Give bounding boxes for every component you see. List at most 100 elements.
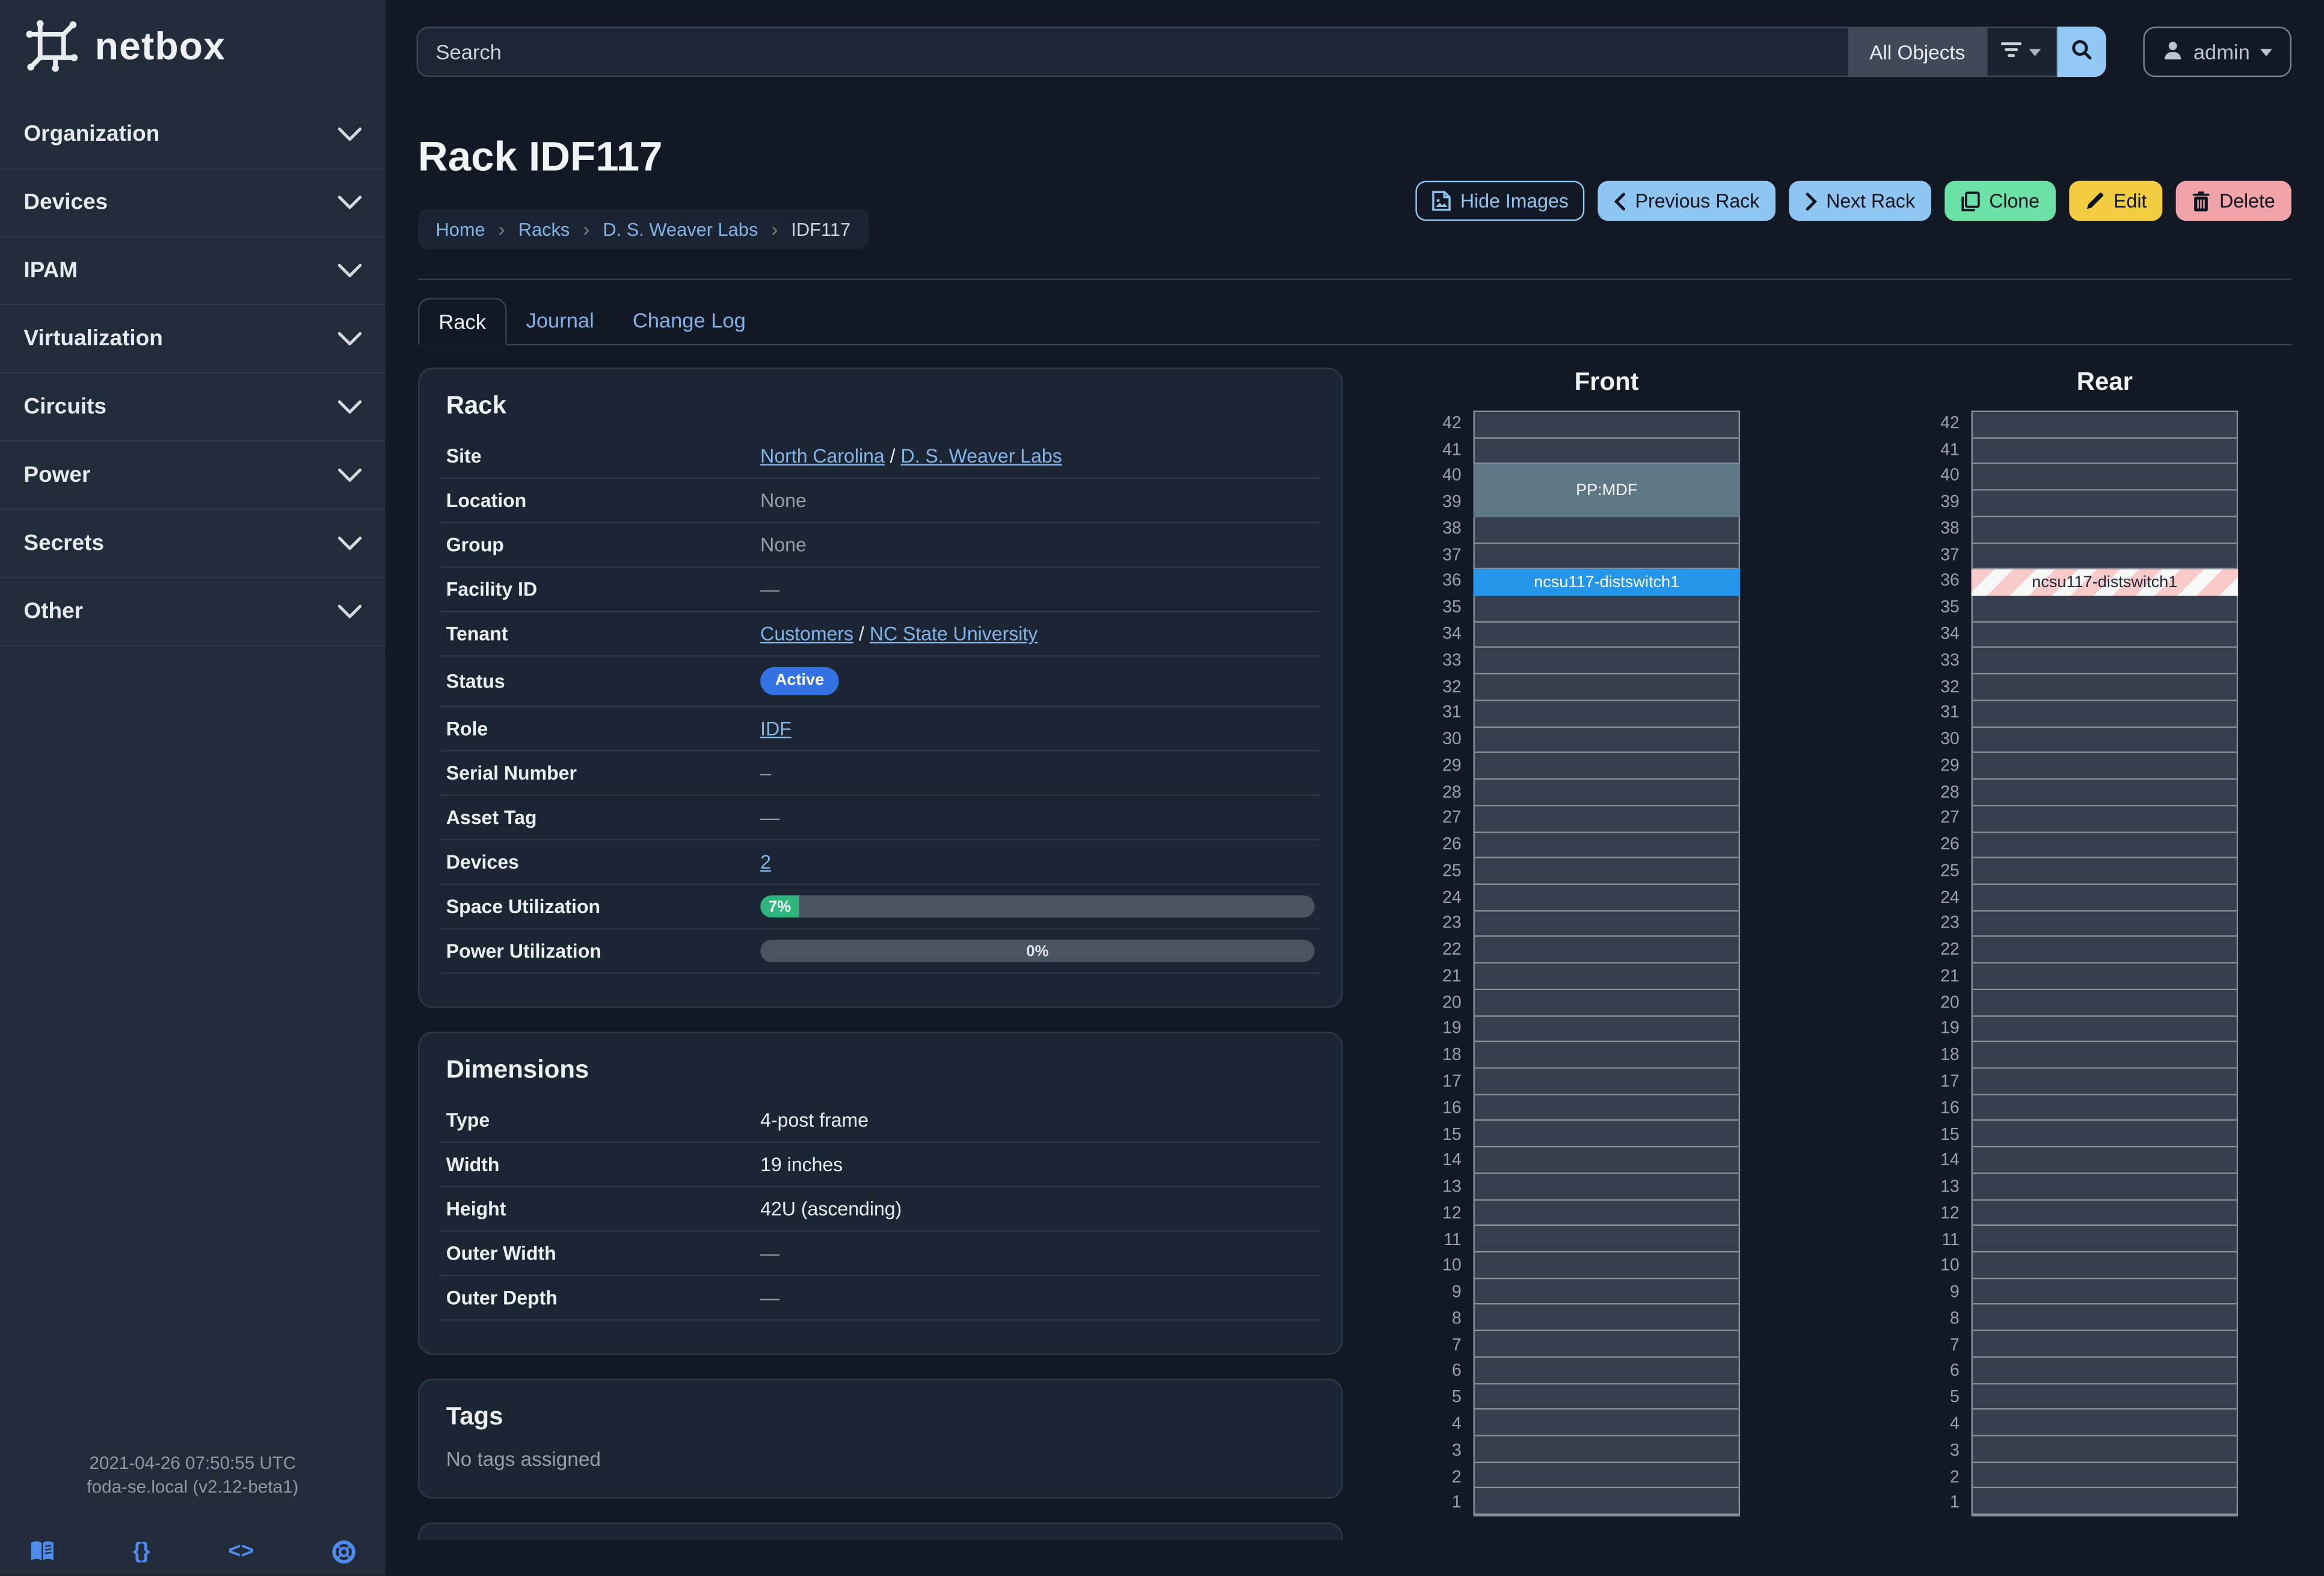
- sidebar-item-devices[interactable]: Devices: [0, 169, 386, 238]
- rack-unit-slot-37[interactable]: [1474, 543, 1739, 570]
- rack-unit-slot-23[interactable]: [1474, 911, 1739, 938]
- breadcrumb-item-home[interactable]: Home: [436, 218, 485, 239]
- rack-unit-slot-33[interactable]: [1972, 648, 2237, 675]
- rack-unit-slot-25[interactable]: [1474, 858, 1739, 885]
- rack-device-ncsu117-distswitch1[interactable]: ncsu117-distswitch1: [1971, 569, 2239, 596]
- rack-device-pp-mdf[interactable]: PP:MDF: [1473, 464, 1741, 517]
- breadcrumb-item-racks[interactable]: Racks: [518, 218, 570, 239]
- rack-unit-slot-30[interactable]: [1474, 727, 1739, 754]
- sidebar-item-power[interactable]: Power: [0, 442, 386, 510]
- hide-images-button[interactable]: Hide Images: [1416, 180, 1585, 221]
- sidebar-item-other[interactable]: Other: [0, 578, 386, 647]
- rack-unit-slot-25[interactable]: [1972, 858, 2237, 885]
- rack-unit-slot-18[interactable]: [1972, 1042, 2237, 1069]
- rack-unit-slot-35[interactable]: [1972, 596, 2237, 623]
- rack-unit-slot-2[interactable]: [1972, 1462, 2237, 1489]
- delete-button[interactable]: Delete: [2176, 180, 2292, 221]
- rack-unit-slot-42[interactable]: [1474, 412, 1739, 439]
- rack-unit-slot-30[interactable]: [1972, 727, 2237, 754]
- code-icon[interactable]: <>: [228, 1539, 254, 1564]
- rack-unit-slot-42[interactable]: [1972, 412, 2237, 439]
- rack-unit-slot-22[interactable]: [1474, 937, 1739, 964]
- rack-unit-slot-37[interactable]: [1972, 543, 2237, 570]
- rack-unit-slot-6[interactable]: [1474, 1357, 1739, 1384]
- rack-unit-slot-32[interactable]: [1474, 674, 1739, 701]
- rack-unit-slot-4[interactable]: [1474, 1410, 1739, 1436]
- sidebar-item-ipam[interactable]: IPAM: [0, 237, 386, 306]
- search-submit-button[interactable]: [2057, 26, 2106, 78]
- rack-unit-slot-23[interactable]: [1972, 911, 2237, 938]
- rack-unit-slot-10[interactable]: [1972, 1252, 2237, 1279]
- rack-unit-slot-5[interactable]: [1474, 1384, 1739, 1411]
- rack-unit-slot-15[interactable]: [1474, 1121, 1739, 1148]
- rack-unit-slot-41[interactable]: [1972, 438, 2237, 465]
- link-nc-state-university[interactable]: NC State University: [870, 623, 1038, 645]
- rack-unit-slot-12[interactable]: [1474, 1200, 1739, 1227]
- link-customers[interactable]: Customers: [760, 623, 853, 645]
- search-filter-dropdown[interactable]: [1985, 26, 2058, 78]
- rack-unit-slot-31[interactable]: [1972, 701, 2237, 728]
- rack-unit-slot-15[interactable]: [1972, 1121, 2237, 1148]
- rack-unit-slot-5[interactable]: [1972, 1384, 2237, 1411]
- rack-unit-slot-20[interactable]: [1474, 990, 1739, 1017]
- rack-unit-slot-14[interactable]: [1474, 1147, 1739, 1174]
- rack-unit-slot-26[interactable]: [1474, 832, 1739, 859]
- rack-unit-slot-19[interactable]: [1474, 1016, 1739, 1043]
- link-idf[interactable]: IDF: [760, 718, 792, 740]
- rack-unit-slot-34[interactable]: [1474, 622, 1739, 649]
- rack-unit-slot-21[interactable]: [1972, 964, 2237, 990]
- next-rack-button[interactable]: Next Rack: [1789, 180, 1932, 221]
- rack-unit-slot-29[interactable]: [1474, 753, 1739, 780]
- rack-unit-slot-3[interactable]: [1972, 1436, 2237, 1463]
- sidebar-item-circuits[interactable]: Circuits: [0, 374, 386, 442]
- rack-unit-slot-32[interactable]: [1972, 674, 2237, 701]
- rack-unit-slot-7[interactable]: [1972, 1331, 2237, 1358]
- rack-unit-slot-16[interactable]: [1474, 1095, 1739, 1122]
- rack-unit-slot-20[interactable]: [1972, 990, 2237, 1017]
- rack-unit-slot-9[interactable]: [1972, 1278, 2237, 1305]
- tab-rack[interactable]: Rack: [417, 298, 507, 346]
- rack-unit-slot-16[interactable]: [1972, 1095, 2237, 1122]
- rack-unit-slot-24[interactable]: [1474, 885, 1739, 911]
- link-north-carolina[interactable]: North Carolina: [760, 445, 885, 467]
- rack-unit-slot-39[interactable]: [1972, 491, 2237, 517]
- support-lifering-icon[interactable]: [332, 1539, 355, 1563]
- rack-unit-slot-21[interactable]: [1474, 964, 1739, 990]
- clone-button[interactable]: Clone: [1944, 180, 2056, 221]
- rack-unit-slot-8[interactable]: [1474, 1305, 1739, 1332]
- rack-unit-slot-11[interactable]: [1474, 1226, 1739, 1253]
- docs-book-icon[interactable]: [29, 1540, 55, 1562]
- previous-rack-button[interactable]: Previous Rack: [1598, 180, 1776, 221]
- rack-unit-slot-9[interactable]: [1474, 1278, 1739, 1305]
- rack-unit-slot-8[interactable]: [1972, 1305, 2237, 1332]
- rack-unit-slot-13[interactable]: [1474, 1174, 1739, 1201]
- rack-unit-slot-38[interactable]: [1474, 517, 1739, 544]
- rack-unit-slot-41[interactable]: [1474, 438, 1739, 465]
- api-braces-icon[interactable]: {}: [133, 1539, 150, 1564]
- user-menu-button[interactable]: admin: [2143, 26, 2292, 78]
- rack-unit-slot-22[interactable]: [1972, 937, 2237, 964]
- sidebar-item-virtualization[interactable]: Virtualization: [0, 306, 386, 374]
- rack-unit-slot-2[interactable]: [1474, 1462, 1739, 1489]
- tab-change-log[interactable]: Change Log: [613, 298, 765, 343]
- link-2[interactable]: 2: [760, 851, 771, 873]
- search-input[interactable]: [416, 26, 1849, 78]
- rack-unit-slot-4[interactable]: [1972, 1410, 2237, 1436]
- link-d-s-weaver-labs[interactable]: D. S. Weaver Labs: [900, 445, 1062, 467]
- rack-unit-slot-1[interactable]: [1972, 1489, 2237, 1515]
- rack-unit-slot-27[interactable]: [1972, 806, 2237, 833]
- rack-unit-slot-26[interactable]: [1972, 832, 2237, 859]
- rack-unit-slot-19[interactable]: [1972, 1016, 2237, 1043]
- rack-unit-slot-13[interactable]: [1972, 1174, 2237, 1201]
- rack-unit-slot-10[interactable]: [1474, 1252, 1739, 1279]
- rack-unit-slot-31[interactable]: [1474, 701, 1739, 728]
- rack-unit-slot-6[interactable]: [1972, 1357, 2237, 1384]
- rack-unit-slot-3[interactable]: [1474, 1436, 1739, 1463]
- rack-unit-slot-17[interactable]: [1474, 1068, 1739, 1095]
- rack-unit-slot-40[interactable]: [1972, 464, 2237, 491]
- edit-button[interactable]: Edit: [2069, 180, 2163, 221]
- rack-unit-slot-24[interactable]: [1972, 885, 2237, 911]
- tab-journal[interactable]: Journal: [507, 298, 613, 343]
- rack-unit-slot-27[interactable]: [1474, 806, 1739, 833]
- sidebar-item-organization[interactable]: Organization: [0, 101, 386, 169]
